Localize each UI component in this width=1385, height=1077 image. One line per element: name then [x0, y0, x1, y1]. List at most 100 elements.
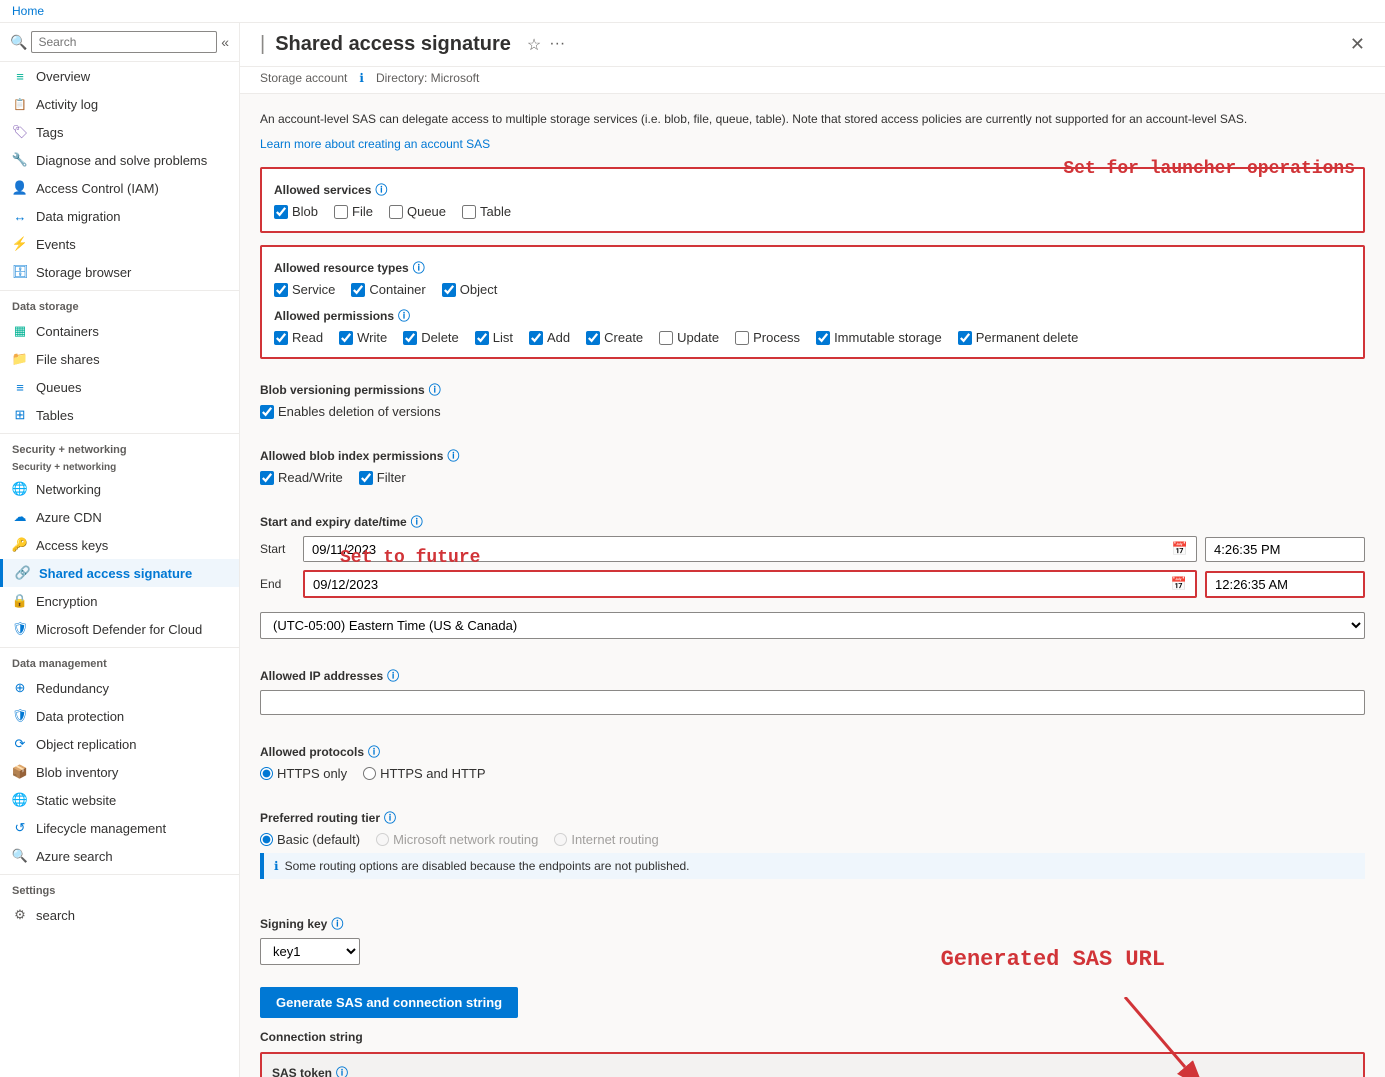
end-calendar-icon[interactable]: 📅 [1163, 572, 1195, 596]
sidebar-item-file-shares[interactable]: 📁 File shares [0, 345, 239, 373]
add-checkbox[interactable] [529, 331, 543, 345]
list-checkbox-item[interactable]: List [475, 330, 513, 345]
service-checkbox-item[interactable]: Service [274, 282, 335, 297]
filter-checkbox-item[interactable]: Filter [359, 470, 406, 485]
https-only-radio[interactable] [260, 767, 273, 780]
more-options-icon[interactable]: ··· [549, 35, 565, 55]
sidebar-item-activity-log[interactable]: 📋 Activity log [0, 90, 239, 118]
sidebar-search-input[interactable] [31, 31, 217, 53]
object-checkbox[interactable] [442, 283, 456, 297]
ip-input[interactable] [260, 690, 1365, 715]
signing-key-info-icon[interactable]: ⓘ [331, 915, 343, 932]
microsoft-routing-item[interactable]: Microsoft network routing [376, 832, 538, 847]
file-checkbox[interactable] [334, 205, 348, 219]
resource-types-info-icon[interactable]: ⓘ [413, 259, 425, 276]
sidebar-item-networking[interactable]: 🌐 Networking [0, 475, 239, 503]
learn-more-link[interactable]: Learn more about creating an account SAS [260, 137, 490, 151]
blob-checkbox-item[interactable]: Blob [274, 204, 318, 219]
start-time-input[interactable] [1205, 537, 1365, 562]
https-only-item[interactable]: HTTPS only [260, 766, 347, 781]
write-checkbox-item[interactable]: Write [339, 330, 387, 345]
sidebar-item-tables[interactable]: ⊞ Tables [0, 401, 239, 429]
sidebar-item-search[interactable]: ⚙ search [0, 901, 239, 929]
read-checkbox[interactable] [274, 331, 288, 345]
create-checkbox[interactable] [586, 331, 600, 345]
table-checkbox[interactable] [462, 205, 476, 219]
sidebar-item-storage-browser[interactable]: 🗄 Storage browser [0, 258, 239, 286]
ip-info-icon[interactable]: ⓘ [387, 667, 399, 684]
sidebar-item-access-keys[interactable]: 🔑 Access keys [0, 531, 239, 559]
object-checkbox-item[interactable]: Object [442, 282, 498, 297]
add-checkbox-item[interactable]: Add [529, 330, 570, 345]
https-http-radio[interactable] [363, 767, 376, 780]
immutable-checkbox-item[interactable]: Immutable storage [816, 330, 942, 345]
signing-key-select[interactable]: key1 key2 [260, 938, 360, 965]
sidebar-item-azure-cdn[interactable]: ☁ Azure CDN [0, 503, 239, 531]
timezone-select[interactable]: (UTC-05:00) Eastern Time (US & Canada) [260, 612, 1365, 639]
collapse-icon[interactable]: « [221, 34, 229, 50]
permanent-delete-checkbox[interactable] [958, 331, 972, 345]
sidebar-item-events[interactable]: ⚡ Events [0, 230, 239, 258]
enables-deletion-item[interactable]: Enables deletion of versions [260, 404, 1365, 419]
list-checkbox[interactable] [475, 331, 489, 345]
file-checkbox-item[interactable]: File [334, 204, 373, 219]
immutable-checkbox[interactable] [816, 331, 830, 345]
sidebar-item-static-website[interactable]: 🌐 Static website [0, 786, 239, 814]
sidebar-item-redundancy[interactable]: ⊕ Redundancy [0, 674, 239, 702]
process-checkbox-item[interactable]: Process [735, 330, 800, 345]
microsoft-routing-radio[interactable] [376, 833, 389, 846]
update-checkbox[interactable] [659, 331, 673, 345]
permissions-info-icon[interactable]: ⓘ [398, 307, 410, 324]
generate-sas-button[interactable]: Generate SAS and connection string [260, 987, 518, 1018]
sidebar-item-blob-inventory[interactable]: 📦 Blob inventory [0, 758, 239, 786]
datetime-info-icon[interactable]: ⓘ [411, 513, 423, 530]
home-link[interactable]: Home [12, 4, 44, 18]
sidebar-item-azure-search[interactable]: 🔍 Azure search [0, 842, 239, 870]
permanent-delete-checkbox-item[interactable]: Permanent delete [958, 330, 1079, 345]
sidebar-item-shared-access[interactable]: 🔗 Shared access signature [0, 559, 239, 587]
end-date-input[interactable] [305, 573, 1163, 596]
sidebar-item-tags[interactable]: 🏷 Tags [0, 118, 239, 146]
read-checkbox-item[interactable]: Read [274, 330, 323, 345]
close-button[interactable]: ✕ [1350, 34, 1365, 55]
https-http-item[interactable]: HTTPS and HTTP [363, 766, 485, 781]
container-checkbox-item[interactable]: Container [351, 282, 425, 297]
queue-checkbox-item[interactable]: Queue [389, 204, 446, 219]
basic-routing-radio[interactable] [260, 833, 273, 846]
service-checkbox[interactable] [274, 283, 288, 297]
allowed-services-info-icon[interactable]: ⓘ [375, 181, 387, 198]
queue-checkbox[interactable] [389, 205, 403, 219]
filter-checkbox[interactable] [359, 471, 373, 485]
basic-routing-item[interactable]: Basic (default) [260, 832, 360, 847]
sidebar-item-overview[interactable]: ≡ Overview [0, 62, 239, 90]
blob-versioning-info-icon[interactable]: ⓘ [429, 381, 441, 398]
sidebar-item-diagnose[interactable]: 🔧 Diagnose and solve problems [0, 146, 239, 174]
internet-routing-item[interactable]: Internet routing [554, 832, 658, 847]
sidebar-item-data-protection[interactable]: 🛡 Data protection [0, 702, 239, 730]
start-calendar-icon[interactable]: 📅 [1164, 537, 1196, 561]
sas-token-info-icon[interactable]: ⓘ [336, 1064, 348, 1077]
delete-checkbox[interactable] [403, 331, 417, 345]
create-checkbox-item[interactable]: Create [586, 330, 643, 345]
sidebar-item-queues[interactable]: ≡ Queues [0, 373, 239, 401]
routing-info-icon[interactable]: ⓘ [384, 809, 396, 826]
container-checkbox[interactable] [351, 283, 365, 297]
protocols-info-icon[interactable]: ⓘ [368, 743, 380, 760]
sidebar-item-containers[interactable]: ▦ Containers [0, 317, 239, 345]
delete-checkbox-item[interactable]: Delete [403, 330, 459, 345]
table-checkbox-item[interactable]: Table [462, 204, 511, 219]
blob-checkbox[interactable] [274, 205, 288, 219]
read-write-checkbox-item[interactable]: Read/Write [260, 470, 343, 485]
blob-index-info-icon[interactable]: ⓘ [447, 447, 459, 464]
sidebar-item-data-migration[interactable]: ↔ Data migration [0, 202, 239, 230]
favorite-icon[interactable]: ☆ [527, 35, 541, 55]
sidebar-item-encryption[interactable]: 🔒 Encryption [0, 587, 239, 615]
internet-routing-radio[interactable] [554, 833, 567, 846]
enables-deletion-checkbox[interactable] [260, 405, 274, 419]
sidebar-item-defender[interactable]: 🛡 Microsoft Defender for Cloud [0, 615, 239, 643]
update-checkbox-item[interactable]: Update [659, 330, 719, 345]
sidebar-item-object-replication[interactable]: ⟳ Object replication [0, 730, 239, 758]
sidebar-item-access-control[interactable]: 👤 Access Control (IAM) [0, 174, 239, 202]
sidebar-item-lifecycle[interactable]: ↺ Lifecycle management [0, 814, 239, 842]
read-write-checkbox[interactable] [260, 471, 274, 485]
